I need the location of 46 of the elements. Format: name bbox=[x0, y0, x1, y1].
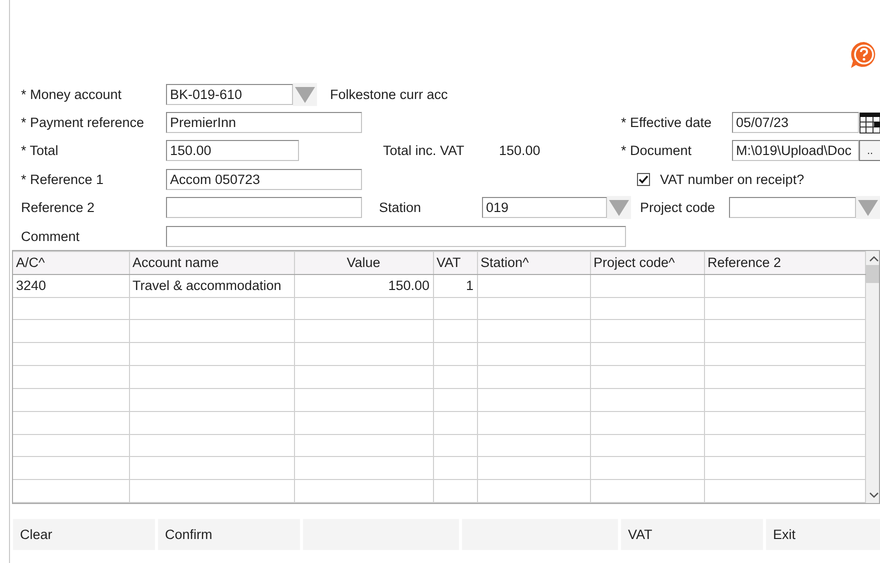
checkbox[interactable] bbox=[637, 172, 650, 186]
column-header[interactable]: VAT bbox=[433, 252, 477, 274]
toolbar-button[interactable]: Exit bbox=[766, 519, 880, 550]
browse-button[interactable]: .. bbox=[859, 140, 880, 162]
scroll-up-icon[interactable] bbox=[868, 255, 878, 263]
input-field[interactable] bbox=[166, 197, 362, 218]
field-label: Comment bbox=[21, 228, 81, 244]
column-header[interactable]: Account name bbox=[129, 252, 294, 274]
field-label: Project code bbox=[640, 200, 716, 216]
table-cell: 1 bbox=[433, 274, 477, 298]
field-label: * Effective date bbox=[621, 115, 713, 130]
field-label: * Total bbox=[21, 143, 60, 158]
field-label: Reference 2 bbox=[21, 200, 96, 216]
dropdown-field[interactable]: 019 bbox=[482, 197, 607, 218]
field-label: Station bbox=[379, 200, 422, 216]
dropdown-field[interactable] bbox=[729, 197, 856, 218]
help-icon[interactable] bbox=[850, 41, 878, 69]
table-cell: 3240 bbox=[13, 274, 129, 298]
table-cell: 150.00 bbox=[294, 274, 433, 298]
column-header[interactable]: Value bbox=[294, 252, 433, 274]
column-header[interactable]: Project code^ bbox=[590, 252, 704, 274]
toolbar-button[interactable]: Confirm bbox=[158, 519, 300, 550]
total-amount: 150.00 bbox=[499, 143, 542, 158]
field-label: * Reference 1 bbox=[21, 172, 105, 187]
column-header[interactable]: Station^ bbox=[477, 252, 590, 274]
field-label: Total inc. VAT bbox=[383, 143, 466, 158]
account-description: Folkestone curr acc bbox=[330, 86, 448, 102]
input-field[interactable]: 150.00 bbox=[166, 140, 299, 162]
dropdown-field[interactable]: BK-019-610 bbox=[166, 84, 293, 105]
scroll-thumb[interactable] bbox=[866, 265, 879, 283]
column-header[interactable]: Reference 2 bbox=[704, 252, 865, 274]
scroll-down-icon[interactable] bbox=[868, 491, 878, 499]
field-label: * Payment reference bbox=[21, 115, 146, 130]
field-label: * Document bbox=[621, 143, 693, 158]
input-field[interactable]: PremierInn bbox=[166, 112, 362, 134]
toolbar-button[interactable]: Clear bbox=[13, 519, 155, 550]
checkbox-label: VAT number on receipt? bbox=[660, 172, 804, 187]
input-field[interactable]: Accom 050723 bbox=[166, 168, 362, 190]
column-header[interactable]: A/C^ bbox=[13, 252, 129, 274]
calendar-icon[interactable] bbox=[859, 112, 880, 134]
file-path-field[interactable]: M:\019\Upload\Doc bbox=[732, 140, 859, 162]
scrollbar[interactable] bbox=[866, 251, 879, 503]
field-label: * Money account bbox=[21, 86, 123, 102]
input-field[interactable] bbox=[166, 226, 626, 247]
table-cell: Travel & accommodation bbox=[129, 274, 294, 298]
toolbar-button[interactable]: VAT bbox=[621, 519, 763, 550]
